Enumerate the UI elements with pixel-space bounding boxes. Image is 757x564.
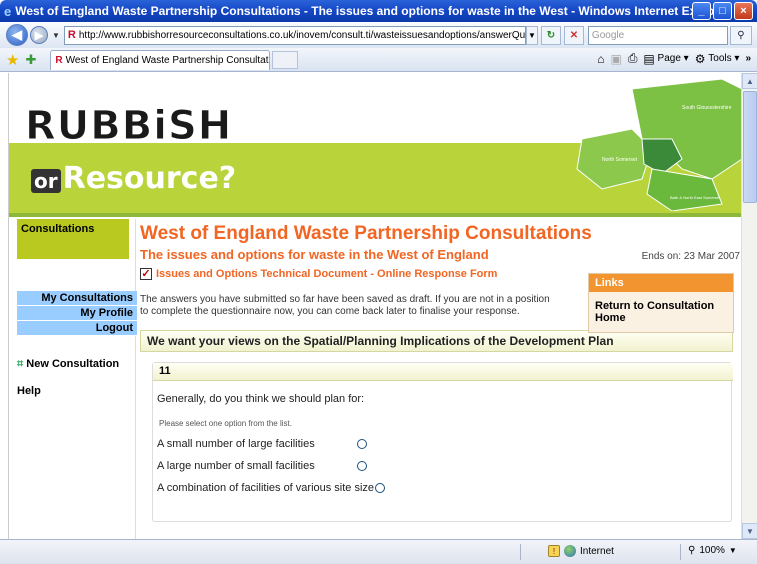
question-number: 11 <box>153 363 733 381</box>
site-favicon-icon: R <box>67 29 76 41</box>
address-input[interactable]: R http://www.rubbishorresourceconsultati… <box>63 25 526 45</box>
sidebar-item-my-profile[interactable]: My Profile <box>17 306 137 321</box>
tab-label: West of England Waste Partnership Consul… <box>65 54 270 66</box>
banner-strip <box>9 213 741 217</box>
sidebar-item-my-consultations[interactable]: My Consultations <box>17 291 137 306</box>
option-radio-3[interactable] <box>375 483 385 493</box>
home-icon[interactable]: ⌂ <box>597 52 604 66</box>
stop-button[interactable]: ✕ <box>563 25 584 45</box>
option-row: A small number of large facilities <box>157 438 731 450</box>
feeds-icon[interactable]: ▣ <box>610 52 621 66</box>
print-icon[interactable]: ⎙ <box>628 51 638 66</box>
search-icon: ⚲ <box>737 29 745 41</box>
tab-favicon-icon: R <box>55 54 63 66</box>
option-label: A large number of small facilities <box>157 460 315 472</box>
option-row: A large number of small facilities <box>157 460 731 472</box>
document-link-label: Issues and Options Technical Document - … <box>156 268 498 280</box>
return-to-home-link[interactable]: Return to Consultation Home <box>589 292 733 332</box>
logo-or: or <box>31 169 61 193</box>
address-dropdown-button[interactable]: ▼ <box>525 25 538 45</box>
tools-gear-icon: ⚙ <box>694 51 706 66</box>
page-icon: ▤ <box>643 51 655 66</box>
scroll-down-arrow-icon[interactable]: ▼ <box>742 523 757 539</box>
ie-logo-icon: e <box>4 3 12 19</box>
option-row: A combination of facilities of various s… <box>157 482 731 494</box>
new-consultation-icon: ⌗ <box>17 358 24 370</box>
option-radio-1[interactable] <box>357 439 367 449</box>
site-banner: RUBBiSH or Resource? South Gloucestershir… <box>9 73 741 217</box>
toolbar-overflow[interactable]: » <box>745 53 751 64</box>
tools-menu-label: Tools <box>708 53 732 64</box>
map-label-north-somerset: North Somerset <box>602 157 638 163</box>
favorites-star-icon[interactable]: ★ <box>6 51 19 69</box>
account-nav: My Consultations My Profile Logout <box>17 291 137 336</box>
draft-message: The answers you have submitted so far ha… <box>140 294 550 317</box>
zoom-level: 100% <box>699 545 725 556</box>
forward-button[interactable]: ▶ <box>30 26 48 44</box>
scroll-thumb[interactable] <box>743 91 757 203</box>
zoom-dropdown-icon: ▼ <box>728 546 737 555</box>
status-bar: ! Internet ⚲ 100% ▼ <box>0 539 757 564</box>
close-button[interactable]: × <box>734 2 753 20</box>
option-radio-2[interactable] <box>357 461 367 471</box>
address-url: http://www.rubbishorresourceconsultation… <box>78 29 526 41</box>
help-link[interactable]: Help <box>17 385 137 397</box>
zone-label: Internet <box>580 545 614 557</box>
zoom-icon: ⚲ <box>688 545 696 556</box>
links-heading: Links <box>589 274 733 292</box>
ends-on-date: Ends on: 23 Mar 2007 <box>641 251 740 262</box>
vertical-scrollbar[interactable]: ▲ ▼ <box>741 73 757 539</box>
security-zone[interactable]: ! Internet <box>548 545 614 557</box>
new-consultation-link[interactable]: ⌗ New Consultation <box>17 358 137 371</box>
back-button[interactable]: ◀ <box>6 24 28 46</box>
option-label: A small number of large facilities <box>157 438 315 450</box>
map-label-bath: Bath & North East Somerset <box>670 195 721 200</box>
main-content: West of England Waste Partnership Consul… <box>140 219 740 522</box>
history-dropdown-icon[interactable]: ▼ <box>52 31 60 40</box>
maximize-button[interactable]: □ <box>713 2 732 20</box>
logo-resource-text: Resource? <box>62 161 237 196</box>
option-label: A combination of facilities of various s… <box>157 482 375 494</box>
tab-toolbar: ★ ✚ R West of England Waste Partnership … <box>0 48 757 72</box>
logo-resource[interactable]: or Resource? <box>31 161 236 196</box>
internet-globe-icon <box>564 545 576 557</box>
sidebar: Consultations My Consultations My Profil… <box>17 219 137 397</box>
sidebar-item-logout[interactable]: Logout <box>17 321 137 336</box>
address-toolbar: ◀ ▶ ▼ R http://www.rubbishorresourcecons… <box>0 22 757 48</box>
search-placeholder: Google <box>591 29 625 41</box>
refresh-button[interactable]: ↻ <box>540 25 561 45</box>
page-menu[interactable]: ▤ Page ▾ <box>643 52 688 66</box>
links-panel: Links Return to Consultation Home <box>588 273 734 333</box>
add-favorites-icon[interactable]: ✚ <box>25 52 36 68</box>
checkmark-icon: ✓ <box>140 267 152 280</box>
new-consultation-label: New Consultation <box>26 358 120 370</box>
scroll-up-arrow-icon[interactable]: ▲ <box>742 73 757 89</box>
question-hint: Please select one option from the list. <box>159 419 292 428</box>
search-input[interactable]: Google <box>587 25 728 45</box>
page-menu-label: Page <box>657 53 681 64</box>
map-label-south-glos: South Gloucestershire <box>682 105 732 111</box>
page-title: West of England Waste Partnership Consul… <box>140 223 592 244</box>
status-separator <box>520 544 521 560</box>
logo-rubbish[interactable]: RUBBiSH <box>24 103 232 150</box>
page-viewport: RUBBiSH or Resource? South Gloucestershir… <box>8 73 741 539</box>
region-map-image: South Gloucestershire North Somerset Bat… <box>576 79 741 211</box>
sidebar-heading[interactable]: Consultations <box>17 219 129 259</box>
question-panel: 11 Generally, do you think we should pla… <box>152 362 733 522</box>
zoom-control[interactable]: ⚲ 100% ▼ <box>688 545 737 556</box>
tab-active[interactable]: R West of England Waste Partnership Cons… <box>50 49 271 70</box>
status-separator <box>680 544 681 560</box>
tools-menu[interactable]: ⚙ Tools ▾ <box>695 52 740 66</box>
search-button[interactable]: ⚲ <box>729 25 752 45</box>
window-title: West of England Waste Partnership Consul… <box>15 4 731 18</box>
section-heading: We want your views on the Spatial/Planni… <box>140 330 733 352</box>
minimize-button[interactable]: _ <box>692 2 711 20</box>
new-tab-button[interactable] <box>272 50 299 69</box>
question-text: Generally, do you think we should plan f… <box>157 393 365 405</box>
protected-mode-icon: ! <box>548 545 560 557</box>
window-titlebar: e West of England Waste Partnership Cons… <box>0 0 757 22</box>
